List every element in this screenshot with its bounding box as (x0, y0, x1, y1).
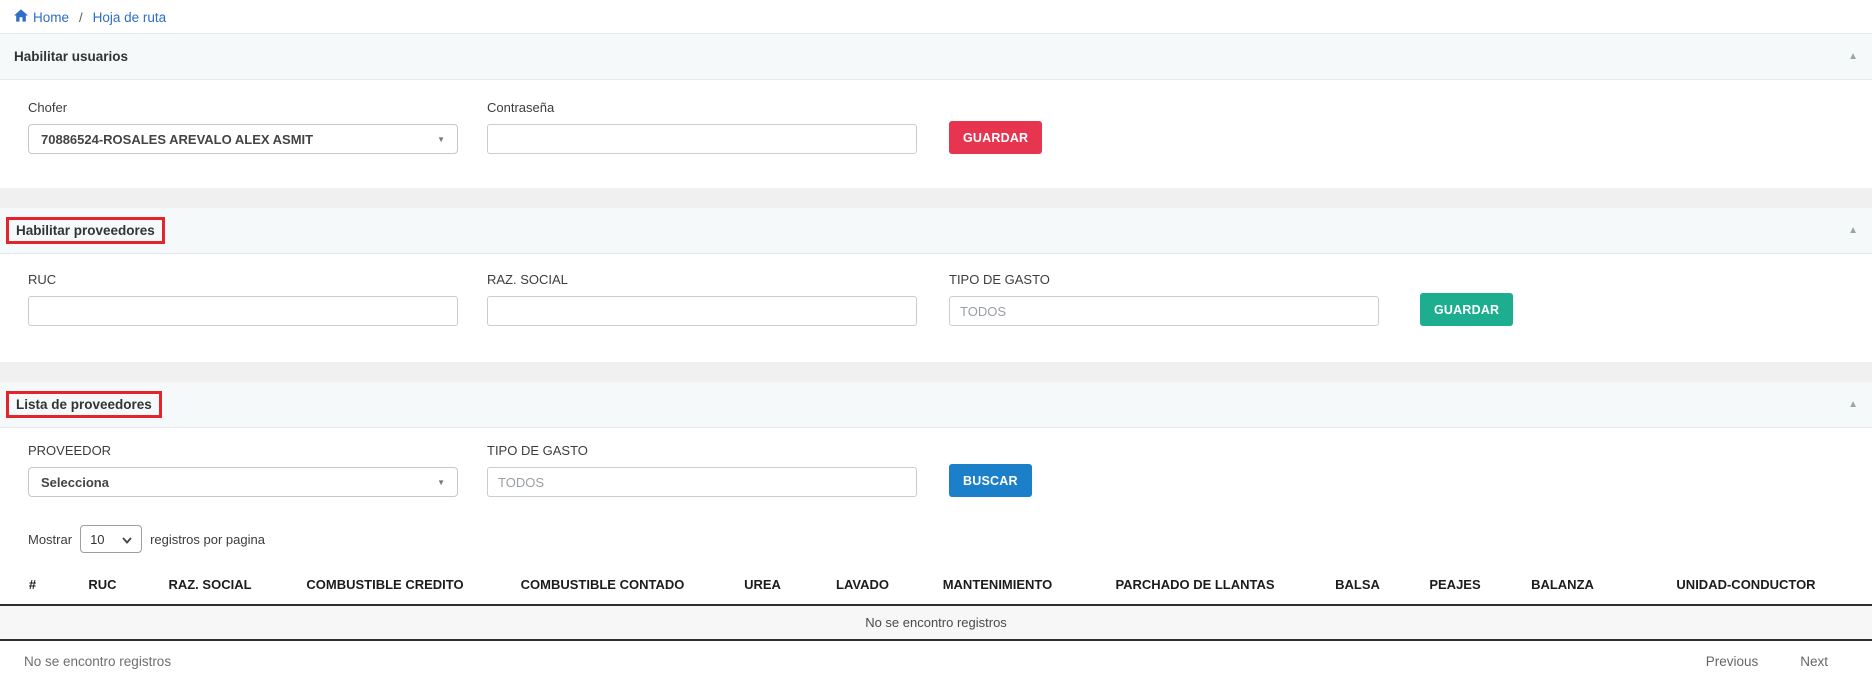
ruc-field-group: RUC (28, 272, 458, 326)
breadcrumb-home-link[interactable]: Home (14, 9, 69, 25)
pagination: Previous Next (1706, 654, 1828, 669)
chofer-field: Chofer 70886524-ROSALES AREVALO ALEX ASM… (28, 100, 458, 154)
table-header-cell: BALSA (1310, 565, 1405, 605)
table-header-cell: MANTENIMIENTO (915, 565, 1080, 605)
table-header-cell: BALANZA (1505, 565, 1620, 605)
table-header-cell: COMBUSTIBLE CREDITO (280, 565, 490, 605)
collapse-up-icon[interactable]: ▲ (1848, 400, 1858, 410)
proveedor-select-value: Selecciona (41, 475, 109, 490)
section-divider (0, 362, 1872, 382)
chofer-label: Chofer (28, 100, 458, 116)
panel-habilitar-proveedores: Habilitar proveedores ▲ RUC RAZ. SOCIAL … (0, 208, 1872, 362)
table-header-cell: UNIDAD-CONDUCTOR (1620, 565, 1872, 605)
next-page-button[interactable]: Next (1800, 654, 1828, 669)
table-header-cell: COMBUSTIBLE CONTADO (490, 565, 715, 605)
proveedor-label: PROVEEDOR (28, 443, 458, 459)
breadcrumb-home-label: Home (33, 10, 69, 25)
table-header-cell: LAVADO (810, 565, 915, 605)
per-page-label: registros por pagina (150, 532, 265, 547)
table-header-cell: RAZ. SOCIAL (140, 565, 280, 605)
ruc-input[interactable] (28, 296, 458, 326)
page-size-row: Mostrar 10 registros por pagina (28, 525, 1844, 553)
password-label: Contraseña (487, 100, 917, 116)
razon-social-label: RAZ. SOCIAL (487, 272, 917, 288)
table-empty-cell: No se encontro registros (0, 605, 1872, 640)
breadcrumb-separator: / (77, 10, 85, 25)
section-divider (0, 188, 1872, 208)
tipo-gasto-field-group: TIPO DE GASTO (949, 272, 1379, 326)
ruc-label: RUC (28, 272, 458, 288)
password-input[interactable] (487, 124, 917, 154)
chevron-down-icon: ▼ (437, 478, 445, 487)
table-header-row: #RUCRAZ. SOCIALCOMBUSTIBLE CREDITOCOMBUS… (0, 565, 1872, 605)
guardar-proveedor-button[interactable]: GUARDAR (1420, 293, 1513, 326)
tipo-gasto-filter-input[interactable] (487, 467, 917, 497)
panel-proveedores-body: RUC RAZ. SOCIAL TIPO DE GASTO GUARDAR (0, 254, 1872, 362)
table-info-text: No se encontro registros (24, 654, 171, 669)
breadcrumb: Home / Hoja de ruta (0, 0, 1872, 34)
table-empty-row: No se encontro registros (0, 605, 1872, 640)
razon-social-input[interactable] (487, 296, 917, 326)
panel-proveedores-title: Habilitar proveedores (6, 217, 165, 244)
panel-lista-proveedores: Lista de proveedores ▲ PROVEEDOR Selecci… (0, 382, 1872, 669)
panel-lista-header: Lista de proveedores ▲ (0, 382, 1872, 428)
panel-usuarios-header: Habilitar usuarios ▲ (0, 34, 1872, 80)
tipo-gasto-input[interactable] (949, 296, 1379, 326)
panel-lista-title: Lista de proveedores (6, 391, 162, 418)
chofer-select[interactable]: 70886524-ROSALES AREVALO ALEX ASMIT ▼ (28, 124, 458, 154)
proveedores-table: #RUCRAZ. SOCIALCOMBUSTIBLE CREDITOCOMBUS… (0, 565, 1872, 641)
mostrar-label: Mostrar (28, 532, 72, 547)
guardar-usuario-button[interactable]: GUARDAR (949, 121, 1042, 154)
page-size-value: 10 (90, 532, 104, 547)
panel-usuarios-body: Chofer 70886524-ROSALES AREVALO ALEX ASM… (0, 80, 1872, 188)
table-footer: No se encontro registros Previous Next (0, 641, 1872, 669)
chevron-down-icon: ▼ (437, 135, 445, 144)
collapse-up-icon[interactable]: ▲ (1848, 52, 1858, 62)
previous-page-button[interactable]: Previous (1706, 654, 1759, 669)
table-header-cell: RUC (65, 565, 140, 605)
panel-lista-body: PROVEEDOR Selecciona ▼ TIPO DE GASTO BUS… (0, 428, 1872, 553)
panel-proveedores-header: Habilitar proveedores ▲ (0, 208, 1872, 254)
tipo-gasto-filter-group: TIPO DE GASTO (487, 443, 917, 497)
table-header-cell: PEAJES (1405, 565, 1505, 605)
table-header-cell: PARCHADO DE LLANTAS (1080, 565, 1310, 605)
panel-habilitar-usuarios: Habilitar usuarios ▲ Chofer 70886524-ROS… (0, 34, 1872, 188)
razon-social-field-group: RAZ. SOCIAL (487, 272, 917, 326)
chevron-down-icon (122, 532, 132, 547)
page-size-select[interactable]: 10 (80, 525, 142, 553)
panel-usuarios-title: Habilitar usuarios (14, 49, 128, 64)
breadcrumb-current-link[interactable]: Hoja de ruta (93, 10, 167, 25)
collapse-up-icon[interactable]: ▲ (1848, 226, 1858, 236)
proveedor-select[interactable]: Selecciona ▼ (28, 467, 458, 497)
tipo-gasto-label: TIPO DE GASTO (949, 272, 1379, 288)
buscar-button[interactable]: BUSCAR (949, 464, 1032, 497)
proveedor-field: PROVEEDOR Selecciona ▼ (28, 443, 458, 497)
table-header-cell: UREA (715, 565, 810, 605)
password-field-group: Contraseña (487, 100, 917, 154)
table-header-cell: # (0, 565, 65, 605)
home-icon (14, 9, 28, 25)
tipo-gasto-filter-label: TIPO DE GASTO (487, 443, 917, 459)
chofer-select-value: 70886524-ROSALES AREVALO ALEX ASMIT (41, 132, 313, 147)
